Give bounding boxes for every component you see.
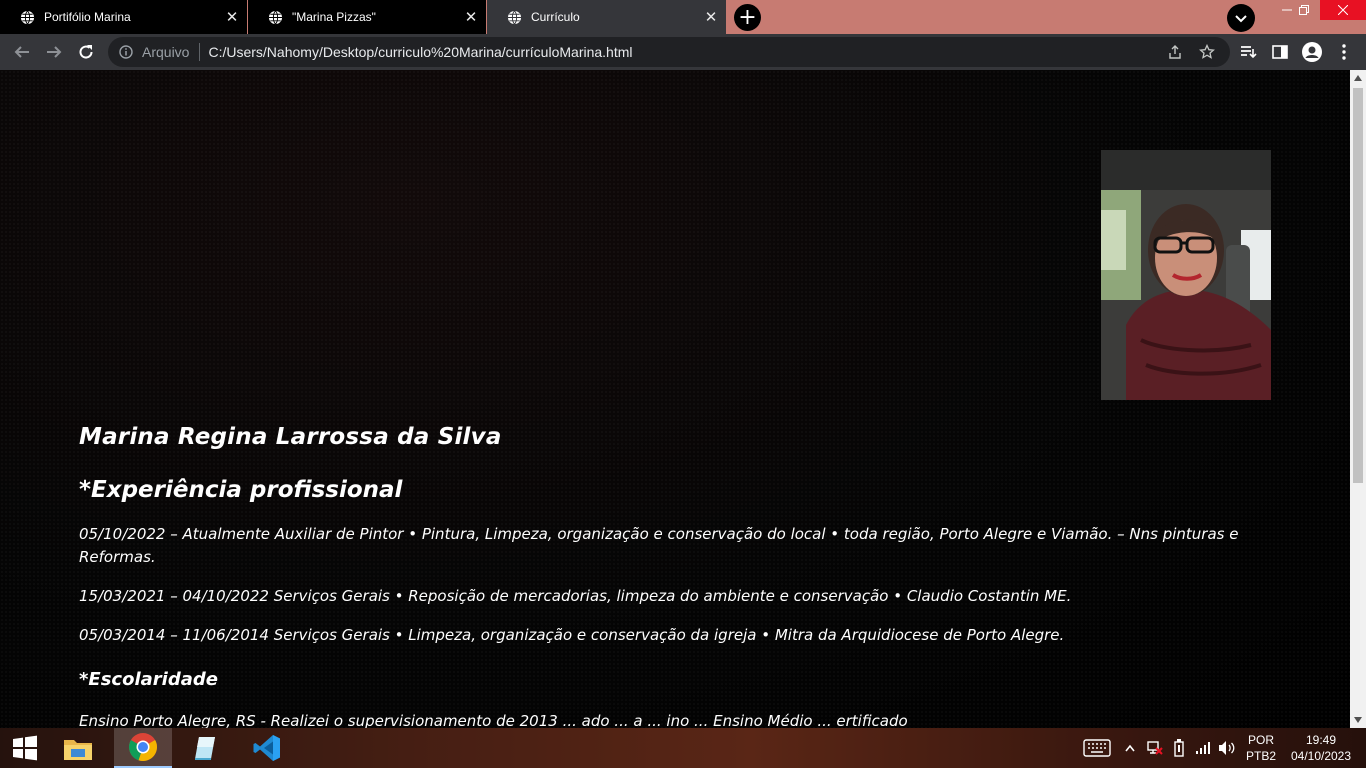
chevron-down-icon <box>1235 15 1247 23</box>
network-disconnected-icon <box>1147 741 1163 755</box>
volume-button[interactable] <box>1218 728 1236 768</box>
tab-title: Portifólio Marina <box>44 10 131 24</box>
tab-portifolio[interactable]: Portifólio Marina ✕ <box>0 0 247 34</box>
close-icon[interactable]: ✕ <box>463 9 479 26</box>
taskbar-chrome[interactable] <box>114 728 172 768</box>
chrome-icon <box>128 733 158 762</box>
volume-icon <box>1219 741 1235 755</box>
clock-date: 04/10/2023 <box>1290 749 1352 763</box>
notepad-icon <box>195 737 215 760</box>
new-tab-button[interactable]: + <box>734 4 761 31</box>
language-indicator[interactable]: POR PTB2 <box>1244 732 1278 764</box>
job-entry: 05/03/2014 – 11/06/2014 Serviços Gerais … <box>79 626 1065 644</box>
globe-icon <box>268 10 283 24</box>
close-icon[interactable]: ✕ <box>703 9 719 26</box>
bookmark-button[interactable] <box>1199 44 1215 60</box>
language-code: POR <box>1247 733 1274 747</box>
back-button[interactable] <box>8 38 36 66</box>
triangle-down-icon <box>1354 717 1362 723</box>
windows-taskbar: POR PTB2 19:49 04/10/2023 <box>0 728 1366 768</box>
chevron-up-icon <box>1125 744 1135 752</box>
vscode-icon <box>253 735 280 761</box>
reading-list-icon <box>1241 46 1257 59</box>
page-viewport: Marina Regina Larrossa da Silva *Experiê… <box>0 70 1350 728</box>
side-panel-icon <box>1272 45 1288 59</box>
address-divider <box>199 43 201 61</box>
tab-title: Currículo <box>531 10 580 24</box>
window-close-button[interactable] <box>1320 0 1366 20</box>
profile-button[interactable] <box>1302 42 1322 62</box>
battery-plug-icon <box>1174 739 1184 757</box>
globe-icon <box>507 10 522 24</box>
info-icon[interactable] <box>119 45 133 59</box>
job-entry: 05/10/2022 – Atualmente Auxiliar de Pint… <box>79 525 1239 566</box>
tab-strip: Portifólio Marina ✕ "Marina Pizzas" ✕ Cu… <box>0 0 1366 34</box>
profile-photo <box>1101 150 1271 400</box>
browser-menu-button[interactable] <box>1334 42 1354 62</box>
resume-name: Marina Regina Larrossa da Silva <box>79 424 502 450</box>
close-icon[interactable]: ✕ <box>224 9 240 26</box>
touch-keyboard-button[interactable] <box>1083 728 1111 768</box>
experience-heading: *Experiência profissional <box>79 477 403 503</box>
taskbar-notepad[interactable] <box>176 728 232 768</box>
show-hidden-icons-button[interactable] <box>1125 728 1135 768</box>
signal-bars-icon <box>1196 742 1210 754</box>
scroll-down-button[interactable] <box>1350 712 1366 728</box>
education-entry: Ensino Porto Alegre, RS - Realizei o sup… <box>79 712 908 728</box>
browser-toolbar: Arquivo C:/Users/Nahomy/Desktop/curricul… <box>0 34 1366 70</box>
address-scheme-label: Arquivo <box>142 44 190 60</box>
page-scrollbar[interactable] <box>1350 70 1366 728</box>
reload-button[interactable] <box>72 38 100 66</box>
address-url[interactable]: C:/Users/Nahomy/Desktop/curriculo%20Mari… <box>208 44 632 60</box>
forward-button[interactable] <box>40 38 68 66</box>
keyboard-layout: PTB2 <box>1245 749 1276 763</box>
file-explorer-icon <box>64 740 92 760</box>
restore-icon <box>1299 5 1309 15</box>
scroll-up-button[interactable] <box>1350 70 1366 86</box>
network-warning-button[interactable] <box>1146 728 1164 768</box>
education-heading: *Escolaridade <box>79 669 218 690</box>
profile-icon <box>1302 42 1322 62</box>
job-entry: 15/03/2021 – 04/10/2022 Serviços Gerais … <box>79 587 1072 605</box>
taskbar-file-explorer[interactable] <box>52 728 104 768</box>
address-bar[interactable]: Arquivo C:/Users/Nahomy/Desktop/curricul… <box>108 37 1230 67</box>
start-button[interactable] <box>0 728 50 768</box>
signal-button[interactable] <box>1195 728 1211 768</box>
tab-title: "Marina Pizzas" <box>292 10 376 24</box>
star-icon <box>1199 44 1215 59</box>
kebab-menu-icon <box>1342 44 1346 60</box>
battery-button[interactable] <box>1171 728 1187 768</box>
windows-start-icon <box>13 735 37 761</box>
profile-photo-image <box>1101 150 1271 400</box>
taskbar-clock[interactable]: 19:49 04/10/2023 <box>1286 732 1356 764</box>
arrow-left-icon <box>14 46 29 58</box>
triangle-up-icon <box>1354 75 1362 81</box>
clock-time: 19:49 <box>1305 733 1337 747</box>
tab-search-button[interactable] <box>1227 4 1255 32</box>
globe-icon <box>20 10 35 24</box>
taskbar-vscode[interactable] <box>238 728 296 768</box>
share-button[interactable] <box>1167 44 1183 60</box>
reload-icon <box>79 45 93 59</box>
arrow-right-icon <box>47 46 62 58</box>
side-panel-button[interactable] <box>1270 42 1290 62</box>
tab-marina-pizzas[interactable]: "Marina Pizzas" ✕ <box>248 0 486 34</box>
tab-curriculo[interactable]: Currículo ✕ <box>487 0 726 34</box>
close-icon <box>1338 5 1348 15</box>
keyboard-icon <box>1083 739 1111 757</box>
resume-content: Marina Regina Larrossa da Silva *Experiê… <box>79 424 1239 728</box>
scrollbar-thumb[interactable] <box>1353 88 1363 483</box>
reading-list-button[interactable] <box>1238 42 1258 62</box>
share-icon <box>1169 45 1181 59</box>
